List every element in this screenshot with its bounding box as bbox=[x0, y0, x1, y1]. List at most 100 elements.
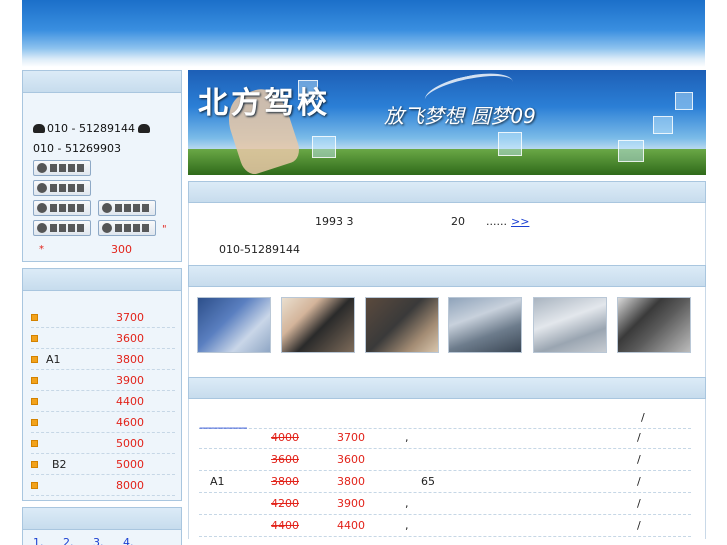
qq-consult-button[interactable] bbox=[33, 179, 91, 196]
qq-button-row: " bbox=[33, 219, 173, 240]
contact-panel-header bbox=[23, 71, 181, 93]
photo-handover[interactable] bbox=[617, 297, 691, 353]
promo-line: * 300 bbox=[33, 240, 173, 260]
qq-penguin-icon bbox=[37, 222, 47, 233]
current-price: 3800 bbox=[337, 475, 365, 488]
glass-cube bbox=[618, 140, 644, 162]
qq-consult-button[interactable] bbox=[97, 199, 156, 216]
phone-number-2: 010 - 51269903 bbox=[33, 142, 121, 155]
glass-cube bbox=[675, 92, 693, 110]
bullet-icon bbox=[31, 376, 38, 384]
fee-row: 4400 4400 , / bbox=[199, 515, 691, 537]
intro-phone: 010-51289144 bbox=[219, 243, 300, 256]
left-column: 010 - 51289144 010 - 51269903 " * 300 37… bbox=[22, 70, 182, 545]
bullet-icon bbox=[31, 439, 38, 447]
photo-car-side[interactable] bbox=[533, 297, 607, 353]
qq-penguin-icon bbox=[37, 182, 47, 193]
contact-body: 010 - 51289144 010 - 51269903 " * 300 bbox=[23, 93, 181, 261]
original-price: 4400 bbox=[271, 519, 299, 532]
photo-strip bbox=[188, 287, 706, 377]
slogan: 放飞梦想 圆梦09 bbox=[384, 104, 536, 128]
price-item[interactable]: B2 5000 bbox=[31, 454, 175, 475]
original-price: 4200 bbox=[271, 497, 299, 510]
photo-phone-service[interactable] bbox=[281, 297, 355, 353]
price-panel-header bbox=[23, 269, 181, 291]
promo-amount: 300 bbox=[111, 243, 132, 256]
original-price: 3600 bbox=[271, 453, 299, 466]
price-item[interactable]: 8000 bbox=[31, 475, 175, 496]
license-class: A1 bbox=[210, 475, 225, 488]
qq-penguin-icon bbox=[37, 162, 47, 173]
hero-banner: 北方驾校 放飞梦想 圆梦09 bbox=[188, 70, 706, 175]
price-item[interactable]: 3900 bbox=[31, 370, 175, 391]
qq-penguin-icon bbox=[101, 202, 112, 213]
phone-icon bbox=[33, 124, 45, 133]
current-price: 3900 bbox=[337, 497, 365, 510]
bullet-icon bbox=[31, 313, 38, 321]
age-limit: 65 bbox=[421, 475, 435, 488]
bullet-icon bbox=[31, 460, 38, 468]
fee-row: 4000 3700 , / bbox=[199, 427, 691, 449]
qq-consult-label bbox=[50, 163, 86, 172]
founded-year: 1993 3 bbox=[315, 215, 354, 228]
bullet-icon bbox=[31, 397, 38, 405]
original-price: 3800 bbox=[271, 475, 299, 488]
fee-table-header: ---------------- / bbox=[199, 409, 691, 434]
qq-consult-button[interactable] bbox=[33, 159, 91, 176]
price-item[interactable]: A1 3800 bbox=[31, 349, 175, 370]
top-banner bbox=[22, 0, 705, 67]
price-item[interactable]: 3600 bbox=[31, 328, 175, 349]
phone-line: 010 - 51289144 010 - 51269903 bbox=[33, 119, 173, 179]
photo-staff-meeting[interactable] bbox=[365, 297, 439, 353]
qq-consult-button[interactable] bbox=[33, 219, 91, 236]
contact-panel: 010 - 51289144 010 - 51269903 " * 300 bbox=[22, 70, 182, 262]
fee-row: 4200 3900 , / bbox=[199, 493, 691, 515]
qq-consult-button[interactable] bbox=[97, 219, 156, 236]
qq-penguin-icon bbox=[37, 202, 47, 213]
price-item[interactable]: 4600 bbox=[31, 412, 175, 433]
pager-link[interactable]: 2. bbox=[63, 536, 74, 545]
original-price: 4000 bbox=[271, 431, 299, 444]
current-price: 4400 bbox=[337, 519, 365, 532]
phone-number-1: 010 - 51289144 bbox=[47, 122, 135, 135]
glass-cube bbox=[312, 136, 336, 158]
qq-button-row bbox=[33, 179, 173, 199]
intro-section-header bbox=[188, 181, 706, 203]
fee-table: ---------------- / 4000 3700 , / 3600 36… bbox=[188, 399, 706, 539]
read-more: ...... >> bbox=[486, 215, 530, 228]
photo-car-front[interactable] bbox=[448, 297, 522, 353]
asterisk-mark: * bbox=[39, 244, 44, 255]
pager-link[interactable]: 3. bbox=[93, 536, 104, 545]
intro-section: 1993 3 20 ...... >> 010-51289144 bbox=[188, 203, 706, 265]
right-column: 北方驾校 放飞梦想 圆梦09 1993 3 20 ...... >> 010-51… bbox=[188, 70, 706, 539]
photo-computer-lab[interactable] bbox=[197, 297, 271, 353]
pager-panel: 1. 2. 3. 4. bbox=[22, 507, 182, 545]
fee-header-slash: / bbox=[641, 411, 645, 424]
bullet-icon bbox=[31, 481, 38, 489]
phone-icon bbox=[138, 124, 151, 133]
price-panel: 3700 3600 A1 3800 3900 4400 4600 5000 B2 5… bbox=[22, 268, 182, 501]
current-price: 3700 bbox=[337, 431, 365, 444]
qq-penguin-icon bbox=[101, 222, 112, 233]
glass-cube bbox=[653, 116, 673, 134]
bullet-icon bbox=[31, 418, 38, 426]
pager-link[interactable]: 4. bbox=[123, 536, 134, 545]
read-more-link[interactable]: >> bbox=[511, 215, 529, 228]
photos-section-header bbox=[188, 265, 706, 287]
glass-cube bbox=[498, 132, 522, 156]
pager-panel-header bbox=[23, 508, 181, 530]
years-count: 20 bbox=[451, 215, 465, 228]
price-item[interactable]: 5000 bbox=[31, 433, 175, 454]
price-item[interactable]: 4400 bbox=[31, 391, 175, 412]
fee-section-header bbox=[188, 377, 706, 399]
price-item[interactable]: 3700 bbox=[31, 307, 175, 328]
qq-button-row bbox=[33, 199, 173, 219]
price-list: 3700 3600 A1 3800 3900 4400 4600 5000 B2 5… bbox=[23, 291, 181, 496]
pager: 1. 2. 3. 4. bbox=[23, 530, 181, 545]
school-title: 北方驾校 bbox=[198, 86, 330, 121]
fee-row: 3600 3600 / bbox=[199, 449, 691, 471]
qq-consult-button[interactable] bbox=[33, 199, 91, 216]
pager-link[interactable]: 1. bbox=[33, 536, 44, 545]
bullet-icon bbox=[31, 334, 38, 342]
current-price: 3600 bbox=[337, 453, 365, 466]
